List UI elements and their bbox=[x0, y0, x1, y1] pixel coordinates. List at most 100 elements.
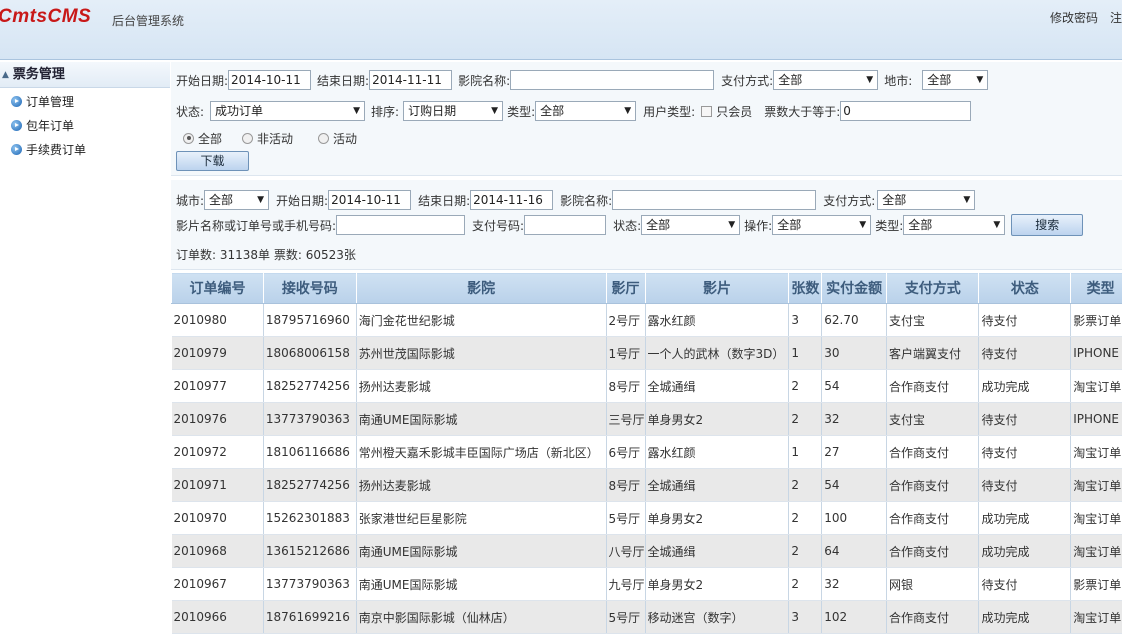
collapse-triangle-icon: ▲ bbox=[2, 70, 9, 80]
column-header-cinema[interactable]: 影院 bbox=[355, 272, 607, 304]
cell-order-no: 2010970 bbox=[171, 501, 264, 535]
select-value: 全部 bbox=[908, 218, 933, 232]
change-password-link[interactable]: 修改密码 bbox=[1050, 11, 1098, 25]
column-header-status[interactable]: 状态 bbox=[978, 272, 1072, 304]
cell-payment: 支付宝 bbox=[886, 303, 980, 337]
cell-hall: 6号厅 bbox=[606, 435, 646, 469]
status-select[interactable]: 成功订单 ▼ bbox=[210, 101, 366, 121]
city-select[interactable]: 全部 ▼ bbox=[204, 190, 270, 210]
keyword-input[interactable] bbox=[336, 215, 466, 235]
payment-method-select[interactable]: 全部 ▼ bbox=[773, 70, 879, 90]
cell-phone: 13773790363 bbox=[263, 402, 357, 436]
city-select[interactable]: 全部 ▼ bbox=[922, 70, 989, 90]
cell-cinema: 扬州达麦影城 bbox=[356, 468, 607, 502]
keyword-label: 影片名称或订单号或手机号码: bbox=[176, 218, 337, 233]
arrow-bullet-icon bbox=[11, 120, 22, 131]
cell-order-no: 2010977 bbox=[171, 369, 264, 403]
table-row[interactable]: 2010966 18761699216 南京中影国际影城（仙林店） 5号厅 移动迷宫（数… bbox=[171, 600, 1122, 634]
cell-cinema: 常州橙天嘉禾影城丰臣国际广场店（新北区） bbox=[356, 435, 607, 469]
cell-type: 淘宝订单 bbox=[1070, 468, 1122, 502]
cell-phone: 18068006158 bbox=[263, 336, 357, 370]
type-select[interactable]: 全部 ▼ bbox=[535, 101, 637, 121]
cell-film: 单身男女2 bbox=[645, 402, 790, 436]
column-header-tickets[interactable]: 张数 bbox=[788, 272, 823, 304]
start-date-input[interactable] bbox=[328, 190, 412, 210]
end-date-input[interactable] bbox=[369, 70, 453, 90]
column-header-hall[interactable]: 影厅 bbox=[605, 272, 646, 304]
table-row[interactable]: 2010970 15262301883 张家港世纪巨星影院 5号厅 单身男女2 2 100 合… bbox=[171, 501, 1122, 535]
radio-all-label: 全部 bbox=[198, 131, 223, 146]
dropdown-arrow-icon: ▼ bbox=[624, 106, 632, 116]
radio-all[interactable] bbox=[183, 132, 194, 144]
start-date-input[interactable] bbox=[228, 70, 312, 90]
end-date-label: 结束日期: bbox=[418, 193, 471, 208]
member-only-checkbox[interactable] bbox=[701, 105, 713, 117]
status-select[interactable]: 全部 ▼ bbox=[641, 215, 741, 235]
cell-hall: 1号厅 bbox=[606, 336, 646, 370]
sidebar: ▲ 票务管理 订单管理 包年订单 手续费订单 bbox=[0, 62, 170, 640]
column-header-order-no[interactable]: 订单编号 bbox=[171, 272, 264, 304]
cell-payment: 合作商支付 bbox=[886, 468, 980, 502]
cell-status: 待支付 bbox=[978, 435, 1072, 469]
arrow-bullet-icon bbox=[11, 144, 22, 155]
cell-amount: 27 bbox=[821, 435, 888, 469]
ticket-count-input[interactable] bbox=[840, 101, 972, 121]
table-row[interactable]: 2010971 18252774256 扬州达麦影城 8号厅 全城通缉 2 54 合作商支付待… bbox=[171, 468, 1122, 502]
column-header-type[interactable]: 类型 bbox=[1070, 272, 1122, 304]
cell-amount: 32 bbox=[821, 402, 888, 436]
cell-payment: 合作商支付 bbox=[886, 501, 980, 535]
type-label: 类型: bbox=[875, 218, 904, 233]
cell-status: 成功完成 bbox=[978, 501, 1072, 535]
cinema-name-label: 影院名称: bbox=[560, 193, 613, 208]
column-header-amount[interactable]: 实付金额 bbox=[821, 272, 888, 304]
table-row[interactable]: 2010979 18068006158 苏州世茂国际影城 1号厅 一个人的武林（数字3D… bbox=[171, 336, 1122, 370]
type-select[interactable]: 全部 ▼ bbox=[903, 215, 1006, 235]
column-header-phone[interactable]: 接收号码 bbox=[262, 272, 357, 304]
cell-cinema: 南通UME国际影城 bbox=[356, 567, 607, 601]
filter2-row2: 影片名称或订单号或手机号码: 支付号码: 状态: 全部 ▼ 操作: 全部 ▼ 类型:… bbox=[176, 214, 1084, 236]
table-row[interactable]: 2010967 13773790363 南通UME国际影城 九号厅 单身男女2 2 32 网银… bbox=[171, 567, 1122, 601]
operation-select[interactable]: 全部 ▼ bbox=[772, 215, 872, 235]
radio-active[interactable] bbox=[318, 132, 330, 144]
sort-select[interactable]: 订购日期 ▼ bbox=[403, 101, 504, 121]
cell-payment: 合作商支付 bbox=[886, 600, 980, 634]
cell-order-no: 2010979 bbox=[171, 336, 264, 370]
select-value: 全部 bbox=[209, 193, 234, 207]
filter1-row1: 开始日期: 结束日期: 影院名称: 支付方式: 全部 ▼ 地市: 全部 ▼ bbox=[176, 69, 989, 91]
table-row[interactable]: 2010977 18252774256 扬州达麦影城 8号厅 全城通缉 2 54 合作商支付成… bbox=[171, 369, 1122, 403]
cell-status: 待支付 bbox=[978, 402, 1072, 436]
end-date-input[interactable] bbox=[470, 190, 554, 210]
cell-film: 露水红颜 bbox=[645, 303, 790, 337]
cell-order-no: 2010967 bbox=[171, 567, 264, 601]
table-row[interactable]: 2010968 13615212686 南通UME国际影城 八号厅 全城通缉 2 64 合作商… bbox=[171, 534, 1122, 568]
logout-link[interactable]: 注 bbox=[1110, 11, 1122, 25]
search-button[interactable]: 搜索 bbox=[1011, 214, 1084, 236]
cell-amount: 54 bbox=[821, 369, 888, 403]
table-row[interactable]: 2010980 18795716960 海门金花世纪影城 2号厅 露水红颜 3 62.70 支… bbox=[171, 303, 1122, 337]
payment-number-input[interactable] bbox=[524, 215, 607, 235]
sidebar-item-annual-orders[interactable]: 包年订单 bbox=[0, 114, 170, 138]
sidebar-section-ticketing[interactable]: ▲ 票务管理 bbox=[0, 62, 170, 88]
payment-method-select[interactable]: 全部 ▼ bbox=[877, 190, 976, 210]
cell-type: IPHONE bbox=[1070, 402, 1122, 436]
cinema-name-input[interactable] bbox=[612, 190, 817, 210]
cinema-name-input[interactable] bbox=[510, 70, 715, 90]
column-header-film[interactable]: 影片 bbox=[644, 272, 790, 304]
radio-inactive-label: 非活动 bbox=[257, 131, 294, 146]
radio-inactive[interactable] bbox=[242, 132, 254, 144]
cell-status: 待支付 bbox=[978, 303, 1072, 337]
table-row[interactable]: 2010972 18106116686 常州橙天嘉禾影城丰臣国际广场店（新北区） 6号… bbox=[171, 435, 1122, 469]
sidebar-item-order-management[interactable]: 订单管理 bbox=[0, 90, 170, 114]
table-row[interactable]: 2010976 13773790363 南通UME国际影城 三号厅 单身男女2 2 32 支付… bbox=[171, 402, 1122, 436]
sidebar-item-fee-orders[interactable]: 手续费订单 bbox=[0, 138, 170, 162]
cell-amount: 32 bbox=[821, 567, 888, 601]
select-value: 订购日期 bbox=[408, 104, 457, 118]
column-header-payment[interactable]: 支付方式 bbox=[886, 272, 980, 304]
member-only-label: 只会员 bbox=[716, 104, 753, 119]
filter2-row1: 城市: 全部 ▼ 开始日期: 结束日期: 影院名称: 支付方式: 全部 ▼ bbox=[176, 189, 976, 211]
download-button[interactable]: 下载 bbox=[176, 151, 249, 171]
cell-film: 全城通缉 bbox=[645, 534, 790, 568]
cell-film: 移动迷宫（数字） bbox=[645, 600, 790, 634]
select-value: 全部 bbox=[778, 73, 803, 87]
cell-tickets: 2 bbox=[788, 567, 823, 601]
